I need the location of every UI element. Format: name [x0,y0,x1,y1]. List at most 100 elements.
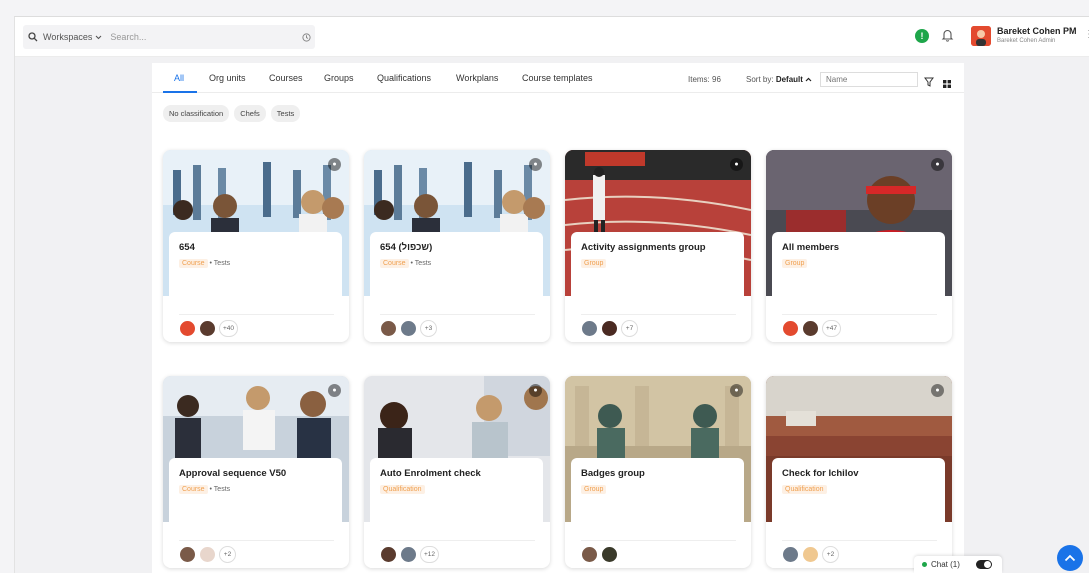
member-avatar [199,546,216,563]
divider [380,540,535,541]
type-badge: Course [179,259,208,268]
grid-view-icon[interactable] [943,75,951,93]
card-title[interactable]: Activity assignments group [581,242,706,253]
catalog-card[interactable]: ● Check for Ichilov Qualification +2 [766,376,952,568]
catalog-card[interactable]: ● All members Group +47 [766,150,952,342]
scroll-to-top-button[interactable] [1057,545,1083,571]
user-name[interactable]: Bareket Cohen PM [997,26,1077,36]
workspaces-label: Workspaces [43,32,93,42]
member-avatar [380,546,397,563]
card-title[interactable]: 654 [179,242,195,253]
member-avatars[interactable]: +2 [179,546,236,563]
member-avatars[interactable]: +7 [581,320,638,337]
card-title[interactable]: All members [782,242,839,253]
member-avatar [782,320,799,337]
card-body: Approval sequence V50 Course • Tests +2 [169,458,342,568]
user-icon: ● [931,384,944,397]
member-avatars[interactable]: +12 [380,546,440,563]
catalog-panel: All Org units Courses Groups Qualificati… [152,63,964,573]
member-avatar [782,546,799,563]
type-badge: Group [581,485,607,494]
catalog-card[interactable]: ● Auto Enrolment check Qualification +12 [364,376,550,568]
user-icon: ● [328,158,341,171]
tab-all[interactable]: All [174,73,184,83]
chat-toggle[interactable] [975,560,992,569]
divider [380,314,535,315]
card-title[interactable]: Auto Enrolment check [380,468,481,479]
filter-icon[interactable] [924,74,934,92]
card-meta: Group [782,259,808,268]
history-icon[interactable] [297,32,315,42]
more-members-count[interactable]: +3 [420,320,437,337]
catalog-card[interactable]: ● Badges group Group [565,376,751,568]
card-body: All members Group +47 [772,232,945,342]
tab-qualifications[interactable]: Qualifications [377,73,431,83]
card-body: Check for Ichilov Qualification +2 [772,458,945,568]
bell-icon[interactable] [941,28,954,47]
member-avatar [601,546,618,563]
member-avatars[interactable] [581,546,618,563]
chip-chefs[interactable]: Chefs [234,105,266,122]
card-title[interactable]: 654 (שכפול) [380,242,432,253]
more-members-count[interactable]: +12 [420,546,440,563]
card-title[interactable]: Badges group [581,468,645,479]
sort-dropdown[interactable]: Sort by: Default [746,75,812,84]
member-avatar [179,320,196,337]
global-search-bar[interactable]: Workspaces Search... [23,25,315,49]
more-members-count[interactable]: +40 [219,320,239,337]
member-avatars[interactable]: +40 [179,320,239,337]
search-input[interactable]: Search... [110,32,297,42]
member-avatars[interactable]: +2 [782,546,839,563]
catalog-card[interactable]: ● Approval sequence V50 Course • Tests +… [163,376,349,568]
user-avatar[interactable] [971,26,991,46]
more-members-count[interactable]: +7 [621,320,638,337]
card-body: 654 (שכפול) Course • Tests +3 [370,232,543,342]
tab-workplans[interactable]: Workplans [456,73,498,83]
card-body: 654 Course • Tests +40 [169,232,342,342]
catalog-card[interactable]: ● 654 Course • Tests +40 [163,150,349,342]
type-badge: Group [782,259,808,268]
member-avatar [179,546,196,563]
card-meta: Qualification [782,485,827,494]
catalog-card[interactable]: ● 654 (שכפול) Course • Tests +3 [364,150,550,342]
user-icon: ● [529,384,542,397]
card-body: Badges group Group [571,458,744,568]
chat-label: Chat (1) [931,560,960,569]
workspaces-dropdown[interactable]: Workspaces [43,32,102,42]
card-title[interactable]: Check for Ichilov [782,468,859,479]
tab-course-templates[interactable]: Course templates [522,73,593,83]
divider [581,540,736,541]
more-members-count[interactable]: +2 [822,546,839,563]
alert-icon[interactable]: ! [915,29,929,43]
divider [782,314,937,315]
card-meta: Group [581,485,607,494]
more-members-count[interactable]: +47 [822,320,842,337]
type-badge: Qualification [782,485,827,494]
member-avatars[interactable]: +47 [782,320,842,337]
chevron-up-icon [805,77,812,82]
catalog-card[interactable]: ● Activity assignments group Group +7 [565,150,751,342]
divider [179,540,334,541]
tab-bar: All Org units Courses Groups Qualificati… [152,63,964,93]
chip-no-classification[interactable]: No classification [163,105,230,122]
tab-courses[interactable]: Courses [269,73,303,83]
member-avatars[interactable]: +3 [380,320,437,337]
card-body: Auto Enrolment check Qualification +12 [370,458,543,568]
more-members-count[interactable]: +2 [219,546,236,563]
member-avatar [601,320,618,337]
active-tab-indicator [163,91,197,93]
card-meta: Course • Tests [380,259,431,268]
divider [179,314,334,315]
card-title[interactable]: Approval sequence V50 [179,468,286,479]
tab-groups[interactable]: Groups [324,73,354,83]
user-icon: ● [730,384,743,397]
card-meta: Group [581,259,607,268]
name-filter-input[interactable] [820,72,918,87]
tab-org-units[interactable]: Org units [209,73,246,83]
items-count: Items: 96 [688,75,721,84]
more-options-icon[interactable]: ⋮ [1084,29,1089,40]
type-badge: Qualification [380,485,425,494]
divider [782,540,937,541]
chat-widget[interactable]: Chat (1) [914,556,1002,573]
chip-tests[interactable]: Tests [270,105,301,122]
